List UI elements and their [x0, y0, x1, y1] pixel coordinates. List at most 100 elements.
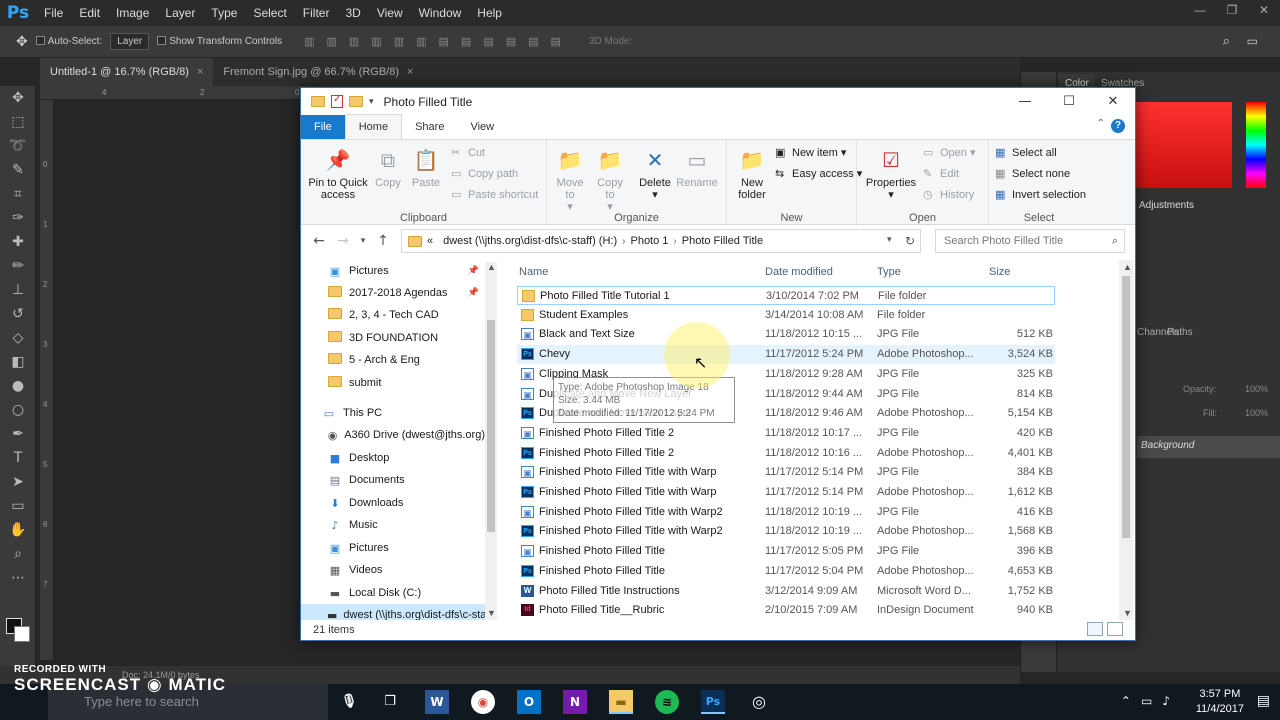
- recent-locations-icon[interactable]: ▾: [355, 236, 371, 246]
- restore-icon[interactable]: ❐: [1216, 0, 1248, 22]
- hue-slider[interactable]: [1246, 102, 1266, 188]
- photoshop-icon[interactable]: Ps: [701, 690, 725, 714]
- refresh-icon[interactable]: ↻: [905, 234, 915, 248]
- pin-quick-access-button[interactable]: 📌 Pin to Quick access: [305, 146, 371, 201]
- opacity-value[interactable]: 100%: [1245, 384, 1268, 394]
- taskbar-clock[interactable]: 3:57 PM 11/4/2017: [1196, 687, 1244, 717]
- close-icon[interactable]: ✕: [1248, 0, 1280, 22]
- tray-chevron-up-icon[interactable]: ⌃: [1121, 694, 1131, 708]
- close-icon[interactable]: ×: [407, 66, 413, 78]
- eraser-tool-icon[interactable]: ◇: [0, 326, 36, 350]
- menu-3d[interactable]: 3D: [337, 6, 368, 20]
- file-row[interactable]: W Photo Filled Title Instructions 3/12/201…: [517, 582, 1055, 601]
- marquee-tool-icon[interactable]: ⬚: [0, 110, 36, 134]
- gradient-tool-icon[interactable]: ◧: [0, 350, 36, 374]
- file-list-scrollbar-thumb[interactable]: [1122, 276, 1130, 538]
- align-bottom-icon[interactable]: ▥: [349, 35, 359, 48]
- distribute-icon[interactable]: ▤: [551, 35, 561, 48]
- tab-paths[interactable]: Paths: [1167, 327, 1193, 338]
- align-left-icon[interactable]: ▥: [371, 35, 381, 48]
- task-view-icon[interactable]: ❐: [378, 690, 402, 714]
- menu-window[interactable]: Window: [411, 6, 470, 20]
- column-date-modified[interactable]: Date modified: [765, 266, 833, 278]
- distribute-icon[interactable]: ▤: [506, 35, 516, 48]
- rename-button[interactable]: ▭ Rename: [675, 146, 719, 189]
- more-tools-icon[interactable]: ⋯: [0, 566, 36, 590]
- network-icon[interactable]: ▭: [1141, 694, 1152, 708]
- auto-select-dropdown[interactable]: Layer: [110, 33, 150, 50]
- tab-share[interactable]: Share: [402, 115, 457, 139]
- background-color-swatch[interactable]: [14, 626, 30, 642]
- rectangle-tool-icon[interactable]: ▭: [0, 494, 36, 518]
- cut-button[interactable]: ✂ Cut: [451, 146, 485, 159]
- tab-home[interactable]: Home: [344, 114, 403, 140]
- action-center-icon[interactable]: ▤: [1257, 693, 1270, 709]
- details-view-icon[interactable]: [1087, 622, 1103, 636]
- select-all-button[interactable]: ▦ Select all: [995, 146, 1057, 159]
- paste-button[interactable]: 📋 Paste: [409, 146, 443, 189]
- word-icon[interactable]: W: [425, 690, 449, 714]
- address-bar[interactable]: « dwest (\\jths.org\dist-dfs\c-staff) (H…: [401, 229, 921, 253]
- menu-file[interactable]: File: [36, 6, 71, 20]
- column-size[interactable]: Size: [989, 266, 1010, 278]
- nav-item-local-disk[interactable]: ▬ Local Disk (C:): [301, 582, 485, 604]
- scroll-down-icon[interactable]: ▼: [487, 608, 496, 618]
- auto-select-checkbox[interactable]: Auto-Select:: [35, 36, 102, 47]
- pen-tool-icon[interactable]: ✒: [0, 422, 36, 446]
- chrome-icon[interactable]: ◉: [471, 690, 495, 714]
- distribute-icon[interactable]: ▤: [528, 35, 538, 48]
- nav-item-music[interactable]: ♪ Music: [301, 514, 485, 536]
- nav-item-this-pc[interactable]: ▭ This PC: [301, 402, 485, 424]
- chevron-down-icon[interactable]: ▾: [369, 96, 374, 107]
- eyedropper-tool-icon[interactable]: ✑: [0, 206, 36, 230]
- close-icon[interactable]: ×: [197, 66, 203, 78]
- properties-button[interactable]: ☑ Properties ▾: [861, 146, 921, 201]
- tab-adjustments[interactable]: Adjustments: [1139, 200, 1194, 211]
- crop-tool-icon[interactable]: ⌗: [0, 182, 36, 206]
- file-row[interactable]: Ps Finished Photo Filled Title 11/17/2012 …: [517, 562, 1055, 581]
- screencast-icon[interactable]: ◎: [747, 690, 771, 714]
- show-transform-checkbox[interactable]: Show Transform Controls: [157, 36, 282, 47]
- open-button[interactable]: ▭ Open ▾: [923, 146, 976, 159]
- pin-icon[interactable]: 📌: [468, 288, 479, 298]
- search-icon[interactable]: ⌕: [1223, 34, 1230, 49]
- nav-item-desktop[interactable]: ■ Desktop: [301, 447, 485, 469]
- file-row[interactable]: ▣ Black and Text Size 11/18/2012 10:15 ...…: [517, 325, 1055, 344]
- nav-item-videos[interactable]: ▦ Videos: [301, 559, 485, 581]
- tab-view[interactable]: View: [457, 115, 507, 139]
- chevron-down-icon[interactable]: ▾: [887, 234, 892, 245]
- layer-row[interactable]: Background: [1137, 436, 1280, 458]
- microphone-icon[interactable]: 🎙: [337, 690, 361, 714]
- nav-scrollbar-thumb[interactable]: [487, 320, 495, 532]
- align-top-icon[interactable]: ▥: [304, 35, 314, 48]
- file-row[interactable]: Ps Finished Photo Filled Title with Warp 1…: [517, 483, 1055, 502]
- move-tool-icon[interactable]: ✥: [0, 86, 36, 110]
- search-input[interactable]: Search Photo Filled Title ⌕: [935, 229, 1125, 253]
- nav-item-documents[interactable]: ▤ Documents: [301, 469, 485, 491]
- fill-value[interactable]: 100%: [1245, 408, 1268, 418]
- file-explorer-icon[interactable]: ▬: [609, 690, 633, 714]
- minimize-icon[interactable]: —: [1003, 88, 1047, 115]
- edit-button[interactable]: ✎ Edit: [923, 167, 959, 180]
- up-arrow-icon[interactable]: ↑: [371, 233, 395, 249]
- color-picker-field[interactable]: [1128, 102, 1232, 188]
- scroll-up-icon[interactable]: ▲: [487, 262, 496, 272]
- breadcrumb-overflow[interactable]: «: [427, 235, 433, 247]
- chevron-right-icon[interactable]: ›: [673, 236, 676, 247]
- file-row[interactable]: Ps Chevy 11/17/2012 5:24 PM Adobe Photoshop…: [517, 345, 1055, 365]
- stamp-tool-icon[interactable]: ⊥: [0, 278, 36, 302]
- outlook-icon[interactable]: O: [517, 690, 541, 714]
- close-icon[interactable]: ✕: [1091, 88, 1135, 115]
- copy-path-button[interactable]: ▭ Copy path: [451, 167, 518, 180]
- align-right-icon[interactable]: ▥: [416, 35, 426, 48]
- nav-item-3d-foundation[interactable]: 3D FOUNDATION: [301, 327, 485, 349]
- breadcrumb-photo-1[interactable]: Photo 1: [630, 235, 668, 247]
- tab-file[interactable]: File: [301, 115, 345, 139]
- nav-item-a360-drive[interactable]: ◉ A360 Drive (dwest@jths.org): [301, 424, 485, 446]
- pin-icon[interactable]: 📌: [468, 266, 479, 276]
- tab-fremont-sign[interactable]: Fremont Sign.jpg @ 66.7% (RGB/8) ×: [213, 58, 423, 86]
- maximize-icon[interactable]: ☐: [1047, 88, 1091, 115]
- scroll-down-icon[interactable]: ▼: [1123, 608, 1132, 618]
- distribute-icon[interactable]: ▤: [461, 35, 471, 48]
- new-folder-button[interactable]: 📁 New folder: [731, 146, 773, 201]
